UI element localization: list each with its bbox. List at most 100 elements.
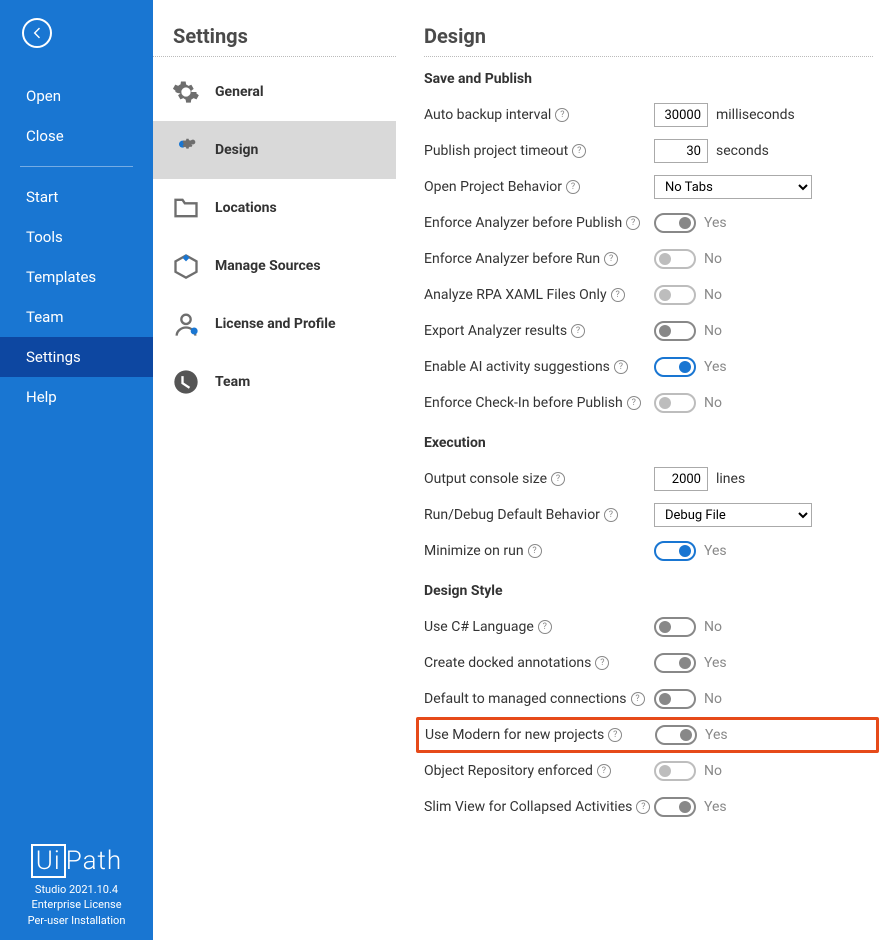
- help-icon[interactable]: ?: [631, 692, 645, 706]
- row-run-debug: Run/Debug Default Behavior? Debug File: [424, 497, 873, 533]
- help-icon[interactable]: ?: [604, 252, 618, 266]
- toggle-label: No: [704, 619, 722, 635]
- brand-license: Enterprise License: [0, 897, 153, 912]
- managed-conn-label: Default to managed connections: [424, 691, 627, 707]
- sidebar-item-help[interactable]: Help: [0, 377, 153, 417]
- minimize-toggle[interactable]: [654, 541, 696, 561]
- help-icon[interactable]: ?: [551, 472, 565, 486]
- auto-backup-input[interactable]: [654, 103, 708, 127]
- publish-timeout-unit: seconds: [716, 143, 769, 159]
- gear-icon: [171, 77, 201, 107]
- managed-conn-toggle[interactable]: [654, 689, 696, 709]
- slim-view-label: Slim View for Collapsed Activities: [424, 799, 632, 815]
- settings-item-label: Design: [215, 142, 258, 158]
- row-export-analyzer: Export Analyzer results? No: [424, 313, 873, 349]
- settings-item-general[interactable]: General: [153, 63, 396, 121]
- brand-install: Per-user Installation: [0, 913, 153, 928]
- row-auto-backup: Auto backup interval? milliseconds: [424, 97, 873, 133]
- row-analyze-rpa: Analyze RPA XAML Files Only? No: [424, 277, 873, 313]
- settings-item-locations[interactable]: Locations: [153, 179, 396, 237]
- publish-timeout-input[interactable]: [654, 139, 708, 163]
- logo-ui: Ui: [31, 844, 66, 878]
- docked-toggle[interactable]: [654, 653, 696, 673]
- sidebar-item-tools[interactable]: Tools: [0, 217, 153, 257]
- toggle-label: Yes: [705, 727, 728, 743]
- row-minimize: Minimize on run? Yes: [424, 533, 873, 569]
- settings-item-team[interactable]: Team: [153, 353, 396, 411]
- help-icon[interactable]: ?: [528, 544, 542, 558]
- enforce-checkin-toggle[interactable]: [654, 393, 696, 413]
- save-publish-head: Save and Publish: [424, 71, 873, 87]
- settings-item-license[interactable]: License and Profile: [153, 295, 396, 353]
- publish-timeout-label: Publish project timeout: [424, 143, 568, 159]
- help-icon[interactable]: ?: [566, 180, 580, 194]
- open-project-select[interactable]: No Tabs: [654, 175, 812, 199]
- settings-item-design[interactable]: Design: [153, 121, 396, 179]
- uipath-logo: UiPath: [0, 846, 153, 876]
- help-icon[interactable]: ?: [555, 108, 569, 122]
- slim-view-toggle[interactable]: [654, 797, 696, 817]
- sidebar-item-settings[interactable]: Settings: [0, 337, 153, 377]
- settings-heading: Settings: [153, 24, 396, 57]
- output-console-input[interactable]: [654, 467, 708, 491]
- sidebar-item-start[interactable]: Start: [0, 177, 153, 217]
- help-icon[interactable]: ?: [636, 800, 650, 814]
- design-style-head: Design Style: [424, 583, 873, 599]
- settings-item-label: Team: [215, 374, 250, 390]
- enforce-analyzer-run-label: Enforce Analyzer before Run: [424, 251, 600, 267]
- toggle-label: No: [704, 691, 722, 707]
- row-open-project: Open Project Behavior? No Tabs: [424, 169, 873, 205]
- user-badge-icon: [171, 309, 201, 339]
- app-sidebar: Open Close Start Tools Templates Team Se…: [0, 0, 153, 940]
- toggle-label: No: [704, 287, 722, 303]
- help-icon[interactable]: ?: [627, 396, 641, 410]
- enable-ai-toggle[interactable]: [654, 357, 696, 377]
- help-icon[interactable]: ?: [608, 728, 622, 742]
- sidebar-item-team[interactable]: Team: [0, 297, 153, 337]
- export-analyzer-toggle[interactable]: [654, 321, 696, 341]
- help-icon[interactable]: ?: [597, 764, 611, 778]
- back-button[interactable]: [22, 18, 52, 48]
- toggle-label: No: [704, 395, 722, 411]
- design-panel: Design Save and Publish Auto backup inte…: [396, 0, 891, 940]
- csharp-toggle[interactable]: [654, 617, 696, 637]
- row-enforce-analyzer-run: Enforce Analyzer before Run? No: [424, 241, 873, 277]
- minimize-label: Minimize on run: [424, 543, 524, 559]
- help-icon[interactable]: ?: [604, 508, 618, 522]
- brand-info: Studio 2021.10.4 Enterprise License Per-…: [0, 882, 153, 928]
- obj-repo-toggle[interactable]: [654, 761, 696, 781]
- help-icon[interactable]: ?: [538, 620, 552, 634]
- toggle-label: Yes: [704, 359, 727, 375]
- help-icon[interactable]: ?: [614, 360, 628, 374]
- obj-repo-label: Object Repository enforced: [424, 763, 593, 779]
- help-icon[interactable]: ?: [595, 656, 609, 670]
- settings-item-label: License and Profile: [215, 316, 336, 332]
- toggle-label: Yes: [704, 655, 727, 671]
- help-icon[interactable]: ?: [611, 288, 625, 302]
- enforce-analyzer-run-toggle[interactable]: [654, 249, 696, 269]
- analyze-rpa-toggle[interactable]: [654, 285, 696, 305]
- auto-backup-label: Auto backup interval: [424, 107, 551, 123]
- brand-version: Studio 2021.10.4: [0, 882, 153, 897]
- folder-icon: [171, 193, 201, 223]
- csharp-label: Use C# Language: [424, 619, 534, 635]
- execution-head: Execution: [424, 435, 873, 451]
- settings-item-manage-sources[interactable]: Manage Sources: [153, 237, 396, 295]
- enforce-analyzer-publish-toggle[interactable]: [654, 213, 696, 233]
- toggle-label: No: [704, 323, 722, 339]
- enable-ai-label: Enable AI activity suggestions: [424, 359, 610, 375]
- docked-label: Create docked annotations: [424, 655, 591, 671]
- help-icon[interactable]: ?: [571, 324, 585, 338]
- row-managed-conn: Default to managed connections? No: [424, 681, 873, 717]
- modern-toggle[interactable]: [655, 725, 697, 745]
- row-enforce-analyzer-publish: Enforce Analyzer before Publish? Yes: [424, 205, 873, 241]
- run-debug-select[interactable]: Debug File: [654, 503, 812, 527]
- sidebar-item-close[interactable]: Close: [0, 116, 153, 156]
- sidebar-item-templates[interactable]: Templates: [0, 257, 153, 297]
- toggle-label: No: [704, 251, 722, 267]
- help-icon[interactable]: ?: [572, 144, 586, 158]
- arrow-left-icon: [29, 25, 45, 41]
- sidebar-item-open[interactable]: Open: [0, 76, 153, 116]
- row-obj-repo: Object Repository enforced? No: [424, 753, 873, 789]
- help-icon[interactable]: ?: [626, 216, 640, 230]
